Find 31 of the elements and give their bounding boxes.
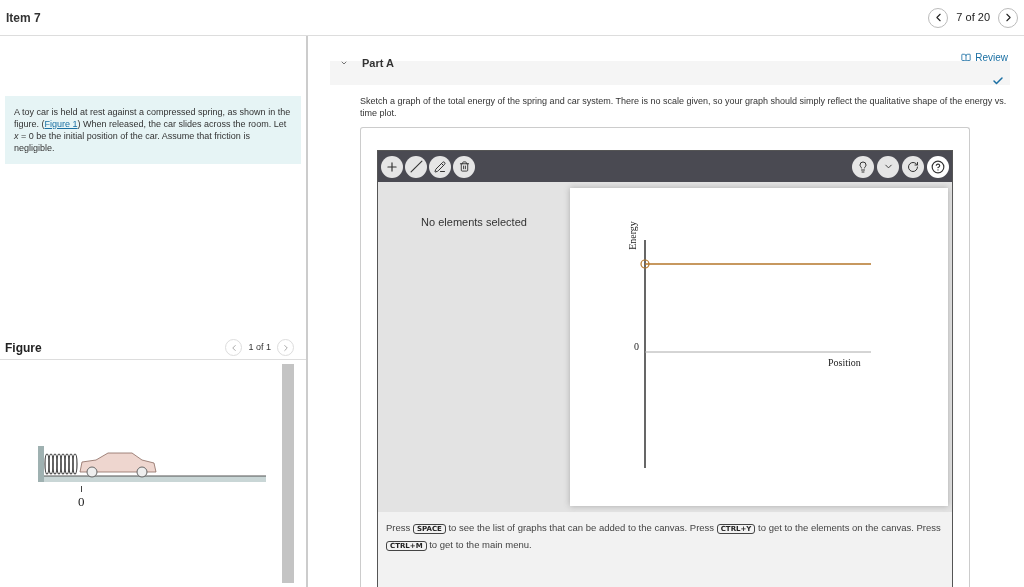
delete-button[interactable]: [453, 155, 475, 178]
item-title: Item 7: [6, 9, 41, 27]
scrollbar[interactable]: [282, 364, 294, 583]
item-counter: 7 of 20: [956, 10, 990, 26]
reset-button[interactable]: [902, 155, 924, 178]
part-header[interactable]: Part A: [330, 55, 394, 72]
pencil-tool-button[interactable]: [429, 155, 451, 178]
selection-status: No elements selected: [421, 215, 527, 230]
x-axis-label: Position: [828, 356, 861, 370]
zero-label: 0: [634, 340, 639, 354]
redo-icon: [907, 160, 919, 173]
hint-button[interactable]: [852, 155, 874, 178]
line-endpoint-handle: [640, 259, 650, 269]
origin-label: 0: [78, 493, 86, 511]
dropdown-button[interactable]: [877, 155, 899, 178]
lightbulb-icon: [857, 160, 869, 173]
question-text: Sketch a graph of the total energy of the spring and car system. There is no scale given, so your graph should simply reflect the qualitative shape of the energy vs. time plot.: [360, 95, 1008, 119]
help-button[interactable]: [927, 155, 949, 178]
pencil-icon: [434, 160, 446, 173]
plus-icon: [385, 159, 399, 174]
line-tool-button[interactable]: [405, 155, 427, 178]
y-axis-label: Energy: [625, 221, 639, 250]
problem-text: A toy car is held at rest against a compressed spring, as shown in the figure. (Figure 1) When released, the car slides across the room. Let x = 0 be the initial position of the car. Assume that friction is negligible.: [5, 96, 301, 164]
help-icon: [931, 159, 945, 174]
book-icon: [961, 52, 972, 63]
add-button[interactable]: [381, 155, 403, 178]
review-link[interactable]: Review: [961, 50, 1008, 65]
slash-icon: [409, 160, 423, 173]
figure-title: Figure: [5, 339, 42, 357]
trash-icon: [458, 161, 470, 172]
figure-counter: 1 of 1: [248, 340, 271, 354]
